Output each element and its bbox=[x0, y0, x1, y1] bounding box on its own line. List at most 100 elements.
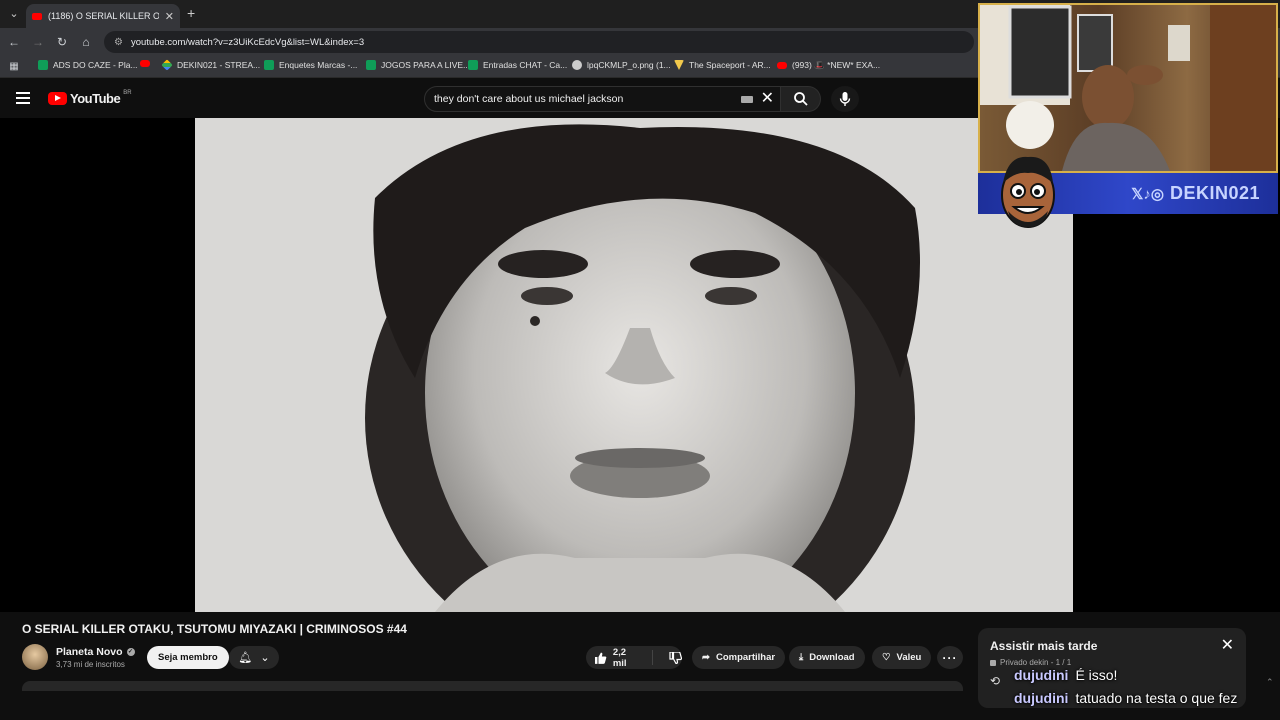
tab-search-chevron-icon[interactable]: ⌄ bbox=[6, 6, 22, 22]
thanks-button[interactable]: ♡ Valeu bbox=[872, 646, 932, 669]
keyboard-icon[interactable] bbox=[740, 95, 753, 103]
streamer-avatar-mascot-icon bbox=[1001, 156, 1055, 228]
lock-icon bbox=[990, 659, 996, 666]
close-icon[interactable]: ✕ bbox=[1221, 638, 1234, 654]
spaceport-icon bbox=[674, 60, 684, 70]
bookmark-label: The Spaceport - AR... bbox=[689, 60, 771, 70]
chat-message: dujudini tatuado na testa o que fez bbox=[1014, 690, 1237, 706]
social-icons: 𝕏♪◎ bbox=[1131, 185, 1164, 203]
bell-icon: 🔔︎ bbox=[238, 652, 253, 664]
bookmark-label: (993) 🎩 *NEW* EXA... bbox=[792, 60, 881, 70]
logo-text: YouTube bbox=[70, 91, 121, 106]
site-settings-icon[interactable]: ⚙ bbox=[114, 37, 123, 48]
subscriber-count: 3,73 mi de inscritos bbox=[56, 660, 125, 669]
search-query: they don't care about us michael jackson bbox=[434, 93, 624, 105]
browser-tab-active[interactable]: (1186) O SERIAL KILLER OTAKU... ✕ bbox=[26, 4, 180, 28]
microphone-icon bbox=[839, 92, 851, 106]
chat-username: dujudini bbox=[1014, 667, 1069, 683]
channel-name-link[interactable]: Planeta Novo ✓ bbox=[56, 646, 135, 658]
bookmark-item[interactable]: JOGOS PARA A LIVE... bbox=[366, 60, 470, 70]
drive-icon bbox=[161, 59, 173, 71]
chevron-down-icon: ⌄ bbox=[260, 652, 270, 664]
bookmark-label: DEKIN021 - STREA... bbox=[177, 60, 261, 70]
like-dislike-group: 2,2 mil bbox=[586, 646, 682, 669]
voice-search-button[interactable] bbox=[831, 86, 859, 112]
github-icon bbox=[572, 60, 582, 70]
webcam-scene-image bbox=[980, 5, 1276, 171]
chat-text: É isso! bbox=[1075, 667, 1118, 683]
chat-username: dujudini bbox=[1014, 690, 1069, 706]
new-tab-plus-icon[interactable]: + bbox=[187, 5, 195, 21]
bookmark-label: Entradas CHAT - Ca... bbox=[483, 60, 568, 70]
like-count: 2,2 mil bbox=[612, 646, 627, 669]
apps-grid-icon[interactable]: ▦ bbox=[6, 59, 22, 75]
playlist-title[interactable]: Assistir mais tarde bbox=[990, 639, 1097, 653]
bookmark-label: JOGOS PARA A LIVE... bbox=[381, 60, 471, 70]
sheets-icon bbox=[38, 60, 48, 70]
home-icon[interactable]: ⌂ bbox=[78, 34, 94, 50]
search-icon bbox=[793, 92, 808, 106]
chat-text: tatuado na testa o que fez bbox=[1075, 690, 1238, 706]
address-url: youtube.com/watch?v=z3UiKcEdcVg&list=WL&… bbox=[130, 36, 365, 48]
youtube-logo[interactable]: YouTube BR bbox=[48, 89, 132, 106]
tab-close-icon[interactable]: ✕ bbox=[165, 10, 174, 23]
streamer-handle: DEKIN021 bbox=[1169, 183, 1260, 203]
playlist-subtitle: Privado dekin - 1 / 1 bbox=[990, 658, 1071, 667]
tab-title: (1186) O SERIAL KILLER OTAKU... bbox=[48, 11, 159, 21]
share-arrow-icon: ➦ bbox=[702, 652, 710, 663]
notification-bell-button[interactable]: 🔔︎ ⌄ bbox=[229, 646, 279, 669]
bookmark-item[interactable]: Enquetes Marcas -... bbox=[264, 60, 357, 70]
share-label: Compartilhar bbox=[715, 652, 776, 663]
portrait-image bbox=[195, 118, 1073, 612]
verified-check-icon: ✓ bbox=[126, 648, 135, 656]
streamer-webcam-overlay: 𝕏♪◎ DEKIN021 bbox=[978, 3, 1278, 228]
loop-icon[interactable]: ⟲ bbox=[990, 674, 1000, 688]
search-button[interactable] bbox=[781, 86, 821, 112]
forward-arrow-icon[interactable]: → bbox=[30, 34, 46, 50]
download-icon: ⤓ bbox=[799, 652, 804, 663]
bookmark-item[interactable]: (993) 🎩 *NEW* EXA... bbox=[777, 60, 880, 71]
thanks-label: Valeu bbox=[896, 652, 922, 663]
youtube-icon bbox=[140, 60, 150, 67]
bookmark-item[interactable]: DEKIN021 - STREA... bbox=[161, 59, 261, 71]
share-button[interactable]: ➦ Compartilhar bbox=[692, 646, 786, 669]
heart-dollar-icon: ♡ bbox=[882, 652, 891, 663]
bookmark-item[interactable] bbox=[140, 60, 150, 67]
dislike-button[interactable] bbox=[659, 651, 682, 664]
back-arrow-icon[interactable]: ← bbox=[6, 34, 22, 50]
bookmark-item[interactable]: ADS DO CAZE - Pla... bbox=[38, 60, 138, 70]
chat-message: dujudini É isso! bbox=[1014, 667, 1117, 683]
more-actions-icon[interactable]: ··· bbox=[937, 646, 963, 669]
youtube-favicon-icon bbox=[32, 12, 42, 20]
sheets-icon bbox=[264, 60, 274, 70]
sheets-icon bbox=[468, 60, 478, 70]
scroll-up-caret-icon[interactable]: ⌃ bbox=[1266, 677, 1274, 688]
description-box[interactable] bbox=[22, 681, 963, 691]
like-button[interactable]: 2,2 mil bbox=[586, 647, 653, 669]
menu-hamburger-icon[interactable] bbox=[16, 92, 30, 104]
youtube-icon bbox=[777, 62, 787, 69]
bookmark-label: Enquetes Marcas -... bbox=[279, 60, 358, 70]
thumbs-up-icon bbox=[594, 652, 607, 664]
download-button[interactable]: ⤓ Download bbox=[789, 646, 865, 669]
bookmark-item[interactable]: Entradas CHAT - Ca... bbox=[468, 60, 567, 70]
thumbs-down-icon bbox=[669, 651, 682, 664]
join-membership-button[interactable]: Seja membro bbox=[147, 646, 229, 669]
bookmark-item[interactable]: lpqCKMLP_o.png (1... bbox=[572, 60, 671, 70]
clear-search-icon[interactable]: ✕ bbox=[761, 91, 774, 107]
download-label: Download bbox=[809, 652, 855, 663]
video-title: O SERIAL KILLER OTAKU, TSUTOMU MIYAZAKI … bbox=[22, 622, 407, 636]
channel-name: Planeta Novo bbox=[56, 646, 123, 658]
video-frame-mugshot-image[interactable] bbox=[195, 118, 1073, 612]
address-bar[interactable]: ⚙ youtube.com/watch?v=z3UiKcEdcVg&list=W… bbox=[104, 31, 974, 53]
webcam-feed-image bbox=[978, 3, 1278, 173]
reload-icon[interactable]: ↻ bbox=[54, 34, 70, 50]
bookmark-item[interactable]: The Spaceport - AR... bbox=[674, 60, 771, 70]
channel-avatar[interactable] bbox=[22, 644, 48, 670]
search-input[interactable]: they don't care about us michael jackson… bbox=[424, 86, 781, 112]
bookmark-label: lpqCKMLP_o.png (1... bbox=[587, 60, 671, 70]
youtube-play-icon bbox=[48, 92, 67, 105]
playlist-meta: Privado dekin - 1 / 1 bbox=[1000, 658, 1072, 667]
sheets-icon bbox=[366, 60, 376, 70]
region-code: BR bbox=[123, 89, 132, 96]
